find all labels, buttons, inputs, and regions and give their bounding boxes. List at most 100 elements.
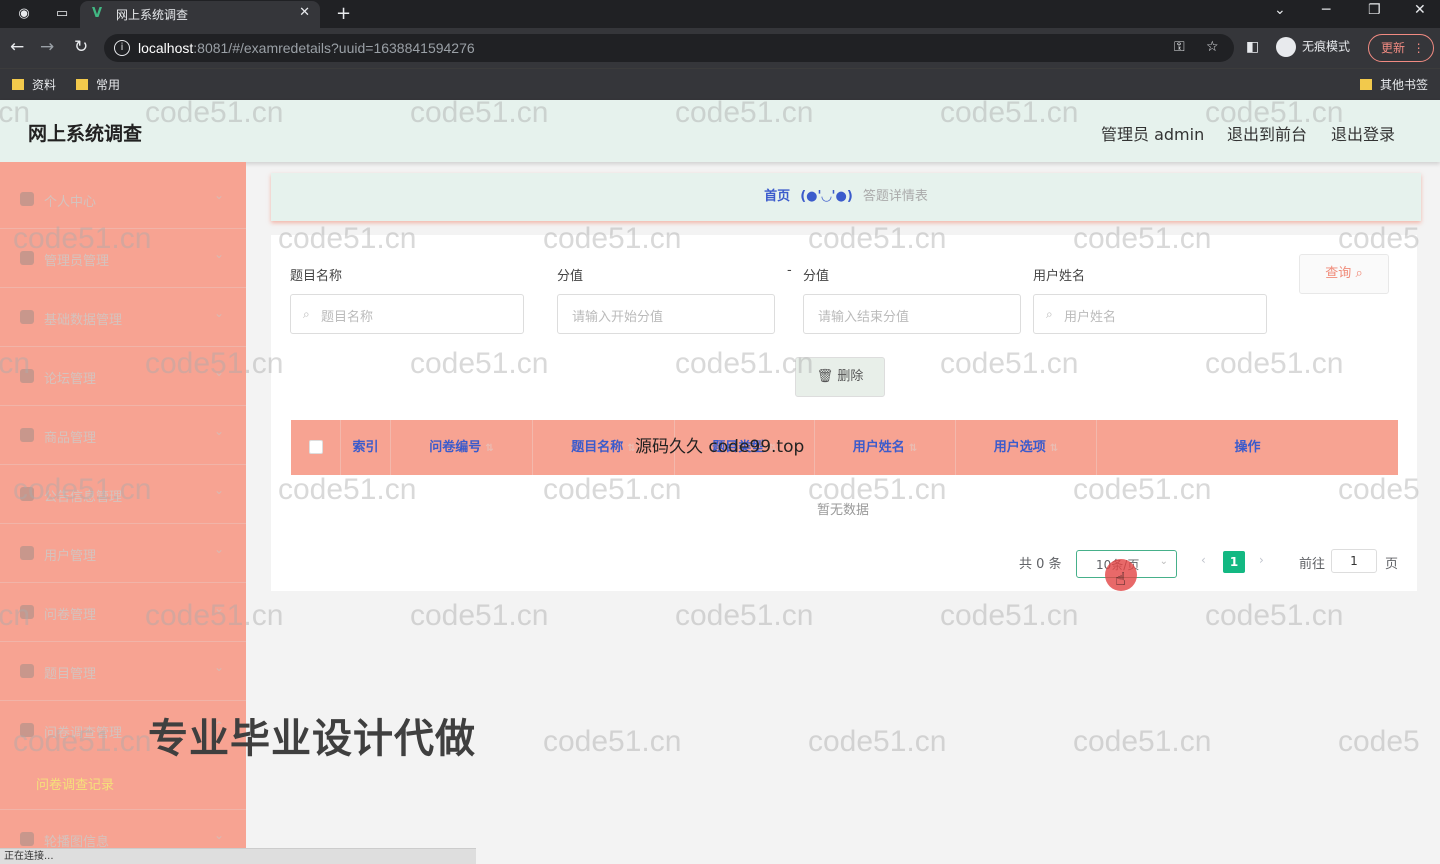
data-icon xyxy=(20,310,34,324)
watermark: code51.cn xyxy=(808,725,947,758)
incognito-indicator[interactable]: 无痕模式 xyxy=(1276,37,1350,57)
sidebar-item-forum[interactable]: 论坛管理 ⌄ xyxy=(0,347,246,406)
site-info-icon[interactable]: i xyxy=(114,40,130,56)
watermark-promo-text: 专业毕业设计代做 xyxy=(148,716,476,762)
sidebar-subitem-survey-records[interactable]: 问卷调查记录 xyxy=(36,774,114,793)
sort-icon: ⇅ xyxy=(908,443,918,454)
breadcrumb-separator: (●'◡'●) xyxy=(800,189,853,204)
sidebar-item-admin-manage[interactable]: 管理员管理 ⌄ xyxy=(0,229,246,288)
bookmark-star-icon[interactable]: ☆ xyxy=(1206,39,1219,55)
sidebar-item-notice[interactable]: 公告信息管理 ⌄ xyxy=(0,465,246,524)
logout-link[interactable]: 退出登录 xyxy=(1331,121,1395,145)
delete-button[interactable]: 🗑 删除 xyxy=(795,357,885,397)
tab-title: 网上系统调查 xyxy=(116,8,189,22)
chevron-down-icon: ⌄ xyxy=(213,828,224,842)
pagination-total: 共 0 条 xyxy=(1019,557,1062,572)
next-page-button[interactable]: › xyxy=(1259,553,1264,567)
column-user-option[interactable]: 用户选项 ⇅ xyxy=(956,420,1097,475)
trash-icon: 🗑 xyxy=(816,369,834,384)
hand-cursor-icon: ☝ xyxy=(1115,569,1126,590)
update-button[interactable]: 更新 ⋮ xyxy=(1368,34,1434,62)
user-filter-label: 用户姓名 xyxy=(1033,269,1086,284)
prev-page-button[interactable]: ‹ xyxy=(1201,553,1206,567)
forum-icon xyxy=(20,369,34,383)
chevron-down-icon: ⌄ xyxy=(213,601,224,615)
score-end-label: 分值 xyxy=(803,269,830,284)
url-text: localhost:8081/#/examredetails?uuid=1638… xyxy=(138,40,475,56)
restore-icon[interactable]: ❐ xyxy=(1368,2,1381,18)
select-all-cell xyxy=(291,420,341,475)
select-all-checkbox[interactable] xyxy=(309,440,323,454)
bookmarks-bar: 资料 常用 其他书签 xyxy=(0,68,1440,100)
query-button[interactable]: 查询 ⌕ xyxy=(1299,254,1389,294)
other-bookmarks[interactable]: 其他书签 xyxy=(1360,76,1428,93)
watermark: code51.cn xyxy=(940,599,1079,632)
app-title: 网上系统调查 xyxy=(28,123,143,145)
browser-tabbar: ◉ ▭ V 网上系统调查 ✕ + ⌄ ─ ❐ ✕ xyxy=(0,0,1440,28)
watermark-center-text: 源码久久 code99.top xyxy=(635,437,805,457)
sidebar-item-questions[interactable]: 题目管理 ⌄ xyxy=(0,642,246,701)
close-window-icon[interactable]: ✕ xyxy=(1414,2,1426,18)
column-index: 索引 xyxy=(341,420,391,475)
tab-close-icon[interactable]: ✕ xyxy=(299,5,310,20)
users-icon xyxy=(20,546,34,560)
chevron-down-icon: ⌄ xyxy=(213,247,224,261)
browser-toolbar: ← → ↻ i localhost:8081/#/examredetails?u… xyxy=(0,28,1440,68)
chevron-down-icon: ⌄ xyxy=(213,306,224,320)
sidebar-item-questionnaire[interactable]: 问卷管理 ⌄ xyxy=(0,583,246,642)
column-user-name[interactable]: 用户姓名 ⇅ xyxy=(815,420,956,475)
browser-status-bar: 正在连接... xyxy=(0,848,476,864)
title-filter-input[interactable]: ⌕ 题目名称 xyxy=(290,294,524,334)
sidebar-item-base-data[interactable]: 基础数据管理 ⌄ xyxy=(0,288,246,347)
goto-page-input[interactable]: 1 xyxy=(1331,549,1377,573)
incognito-icon xyxy=(1276,37,1296,57)
browser-menu-icon[interactable]: ◉ xyxy=(16,6,32,22)
score-end-input[interactable]: 请输入结束分值 xyxy=(803,294,1021,334)
sidebar-item-personal-center[interactable]: 个人中心 ⌄ xyxy=(0,170,246,229)
folder-icon xyxy=(1360,79,1372,90)
reload-icon[interactable]: ↻ xyxy=(74,37,88,57)
side-panel-icon[interactable]: ◧ xyxy=(1246,37,1259,57)
bookmark-folder-changyong[interactable]: 常用 xyxy=(76,76,120,93)
sidebar-item-users[interactable]: 用户管理 ⌄ xyxy=(0,524,246,583)
breadcrumb: 首页 (●'◡'●) 答题详情表 xyxy=(271,173,1421,221)
watermark: code51.cn xyxy=(1073,725,1212,758)
range-dash: - xyxy=(787,263,792,278)
back-icon[interactable]: ← xyxy=(10,37,24,57)
column-questionnaire-no[interactable]: 问卷编号 ⇅ xyxy=(391,420,533,475)
tab-list-icon[interactable]: ▭ xyxy=(54,6,70,22)
question-icon xyxy=(20,664,34,678)
survey-icon xyxy=(20,723,34,737)
browser-tab[interactable]: V 网上系统调查 ✕ xyxy=(80,1,320,28)
chevron-down-icon: ⌄ xyxy=(213,188,224,202)
watermark: code51.cn xyxy=(543,725,682,758)
sort-icon: ⇅ xyxy=(1049,443,1059,454)
search-icon: ⌕ xyxy=(1355,266,1363,281)
goto-unit: 页 xyxy=(1385,557,1399,572)
score-start-input[interactable]: 请输入开始分值 xyxy=(557,294,775,334)
watermark: code51.cn xyxy=(1205,599,1344,632)
tab-search-icon[interactable]: ⌄ xyxy=(1274,2,1286,18)
chevron-down-icon: ⌄ xyxy=(213,542,224,556)
page-number-current[interactable]: 1 xyxy=(1223,551,1245,573)
key-icon[interactable]: ⚿ xyxy=(1174,39,1185,55)
goto-label: 前往 xyxy=(1299,557,1326,572)
forward-icon[interactable]: → xyxy=(40,37,54,57)
column-actions: 操作 xyxy=(1234,440,1261,455)
bookmark-folder-ziliao[interactable]: 资料 xyxy=(12,76,56,93)
main-panel: 题目名称 ⌕ 题目名称 分值 请输入开始分值 - 分值 请输入结束分值 用户姓名… xyxy=(271,235,1417,591)
sort-icon: ⇅ xyxy=(485,443,494,454)
sidebar-item-goods[interactable]: 商品管理 ⌄ xyxy=(0,406,246,465)
back-to-frontend-link[interactable]: 退出到前台 xyxy=(1227,121,1307,145)
table-header: 索引 问卷编号 ⇅ 题目名称 ⇅ 题目类型 ⇅ 用户姓名 ⇅ 用户选项 ⇅ 操作 xyxy=(291,420,1398,475)
minimize-icon[interactable]: ─ xyxy=(1322,2,1330,18)
watermark: code51.cn xyxy=(410,599,549,632)
address-bar[interactable]: i localhost:8081/#/examredetails?uuid=16… xyxy=(104,34,1234,62)
chevron-down-icon: ⌄ xyxy=(213,483,224,497)
new-tab-button[interactable]: + xyxy=(336,3,351,24)
breadcrumb-home[interactable]: 首页 xyxy=(764,189,790,204)
chevron-down-icon: ⌄ xyxy=(213,365,224,379)
user-filter-input[interactable]: ⌕ 用户姓名 xyxy=(1033,294,1267,334)
search-icon: ⌕ xyxy=(1046,307,1053,321)
app-header: 网上系统调查 管理员 admin 退出到前台 退出登录 xyxy=(0,100,1440,162)
